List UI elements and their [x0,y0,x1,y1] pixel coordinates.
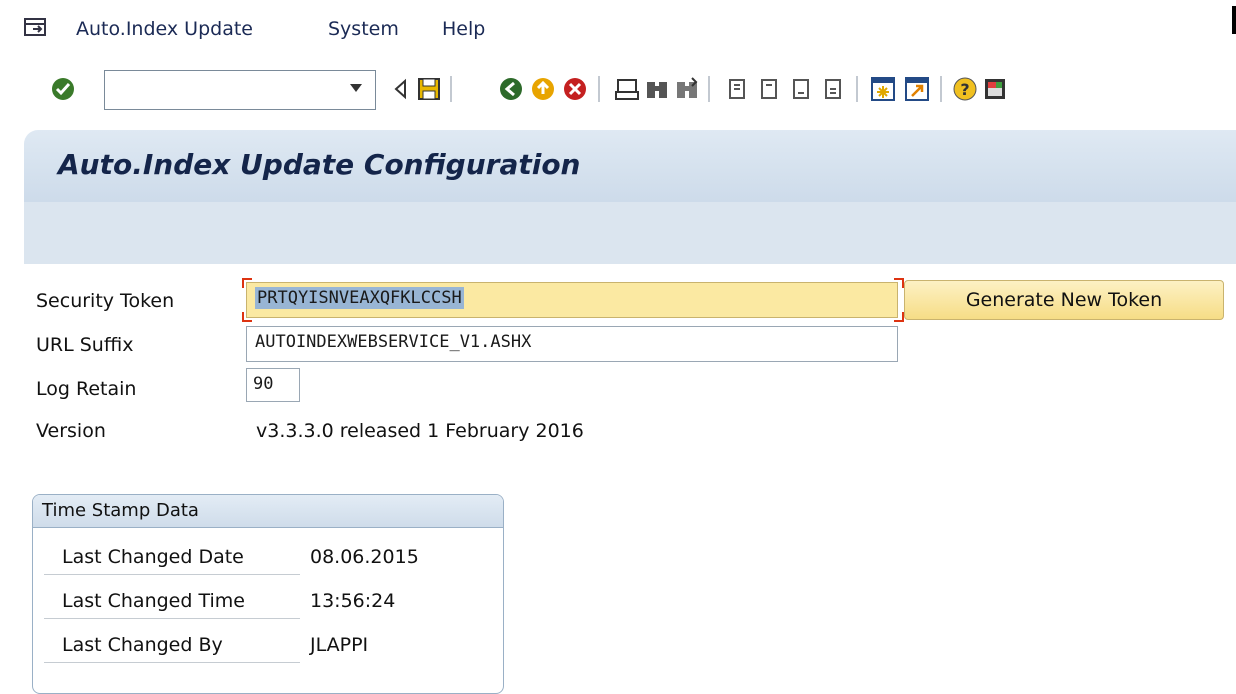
toolbar-separator [708,76,710,102]
url-suffix-label: URL Suffix [36,334,134,356]
toolbar-separator [940,76,942,102]
first-page-icon[interactable] [724,76,750,102]
previous-page-icon[interactable] [756,76,782,102]
enter-check-icon[interactable] [50,76,76,102]
version-value: v3.3.3.0 released 1 February 2016 [256,420,584,442]
find-next-icon[interactable] [674,76,700,102]
toolbar-separator [598,76,600,102]
focus-corner [894,278,904,288]
menu-auto-index-update[interactable]: Auto.Index Update [76,18,253,40]
version-label: Version [36,420,106,442]
application-toolbar [24,202,1236,264]
row-divider [44,574,300,575]
page-title: Auto.Index Update Configuration [58,148,581,181]
focus-corner [242,312,252,322]
security-token-label: Security Token [36,290,175,312]
focus-corner [242,278,252,288]
log-retain-label: Log Retain [36,378,137,400]
print-icon[interactable] [614,76,640,102]
url-suffix-field[interactable]: AUTOINDEXWEBSERVICE_V1.ASHX [246,326,898,362]
shortcut-icon[interactable] [904,76,930,102]
svg-text:?: ? [960,80,969,99]
customize-layout-icon[interactable] [982,76,1008,102]
focus-corner [894,312,904,322]
menu-exit-icon[interactable] [24,18,46,38]
row-divider [44,662,300,663]
help-icon[interactable]: ? [952,76,978,102]
row-divider [44,618,300,619]
back-arrow-icon[interactable] [388,76,414,102]
last-changed-time-label: Last Changed Time [62,590,245,612]
save-icon[interactable] [416,76,442,102]
toolbar-separator [856,76,858,102]
back-icon[interactable] [498,76,524,102]
generate-new-token-button[interactable]: Generate New Token [904,280,1224,320]
last-page-icon[interactable] [820,76,846,102]
security-token-field[interactable]: PRTQYISNVEAXQFKLCCSH [246,282,898,318]
toolbar-separator [450,76,452,102]
timestamp-group-title: Time Stamp Data [42,500,199,521]
last-changed-date-value: 08.06.2015 [310,546,419,568]
menu-help[interactable]: Help [442,18,485,40]
find-icon[interactable] [644,76,670,102]
cancel-icon[interactable] [562,76,588,102]
menu-system[interactable]: System [328,18,399,40]
command-dropdown-icon[interactable] [350,84,362,92]
log-retain-field[interactable]: 90 [246,368,300,402]
next-page-icon[interactable] [788,76,814,102]
last-changed-date-label: Last Changed Date [62,546,244,568]
command-field[interactable] [104,70,376,110]
last-changed-by-value: JLAPPI [310,634,369,656]
last-changed-by-label: Last Changed By [62,634,223,656]
last-changed-time-value: 13:56:24 [310,590,396,612]
new-session-icon[interactable] [870,76,896,102]
window-edge [1232,6,1236,34]
exit-icon[interactable] [530,76,556,102]
